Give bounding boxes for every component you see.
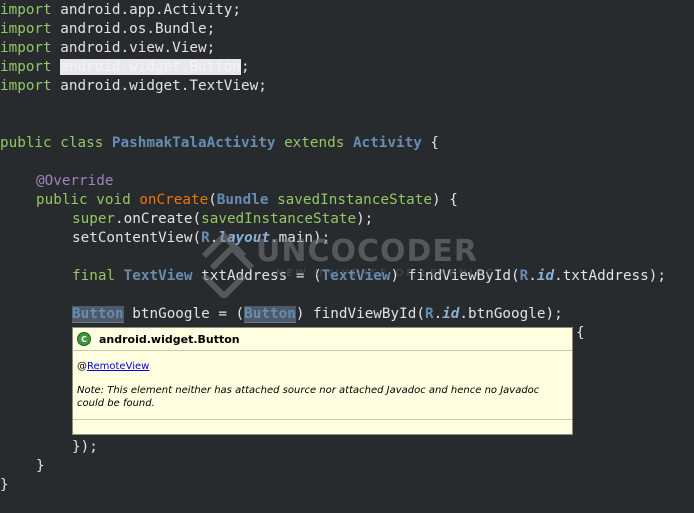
code-line-close-class: }	[0, 477, 9, 493]
occurrence-highlight: Button	[72, 306, 124, 323]
javadoc-hover-popup[interactable]: C android.widget.Button @RemoteView Note…	[72, 327, 573, 435]
code-line-oncreate: public void onCreate(Bundle savedInstanc…	[36, 192, 458, 208]
popup-title: android.widget.Button	[99, 332, 240, 346]
code-line-override: @Override	[36, 173, 114, 189]
code-line-import-activity: import android.app.Activity;	[0, 2, 242, 18]
code-line-class-decl: public class PashmakTalaActivity extends…	[0, 135, 440, 151]
occurrence-highlight: Button	[244, 306, 296, 323]
code-line-import-button: import android.widget.Button;	[0, 59, 250, 75]
code-line-close-listener: });	[72, 439, 98, 455]
watermark-logo-icon	[201, 231, 255, 298]
watermark-title: UNCOCODER	[256, 234, 479, 269]
code-line-partial: {	[576, 325, 585, 341]
code-line-import-view: import android.view.View;	[0, 40, 216, 56]
watermark-subtitle: NEW UNIVERSE OF LEARNING	[276, 268, 497, 279]
popup-footer-divider	[73, 419, 572, 420]
popup-header: C android.widget.Button	[73, 328, 572, 351]
popup-body: @RemoteView Note: This element neither h…	[73, 351, 572, 410]
code-line-close-method: }	[36, 458, 45, 474]
watermark: UNCOCODER NEW UNIVERSE OF LEARNING	[196, 228, 526, 308]
annotation-line: @RemoteView	[77, 361, 150, 372]
class-icon: C	[77, 332, 91, 346]
code-line-import-bundle: import android.os.Bundle;	[0, 21, 216, 37]
code-line-import-textview: import android.widget.TextView;	[0, 78, 267, 94]
remoteview-link[interactable]: RemoteView	[87, 361, 149, 372]
code-line-super: super.onCreate(savedInstanceState);	[72, 211, 374, 227]
javadoc-note: Note: This element neither has attached …	[77, 385, 540, 409]
selected-text[interactable]: android.widget.Button	[60, 59, 242, 75]
